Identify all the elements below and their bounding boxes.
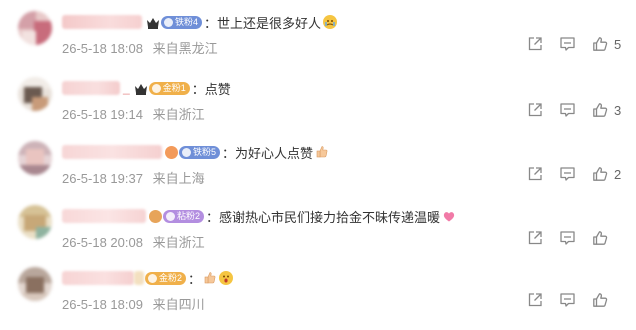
avatar[interactable] [18, 77, 52, 111]
avatar-badge-icon [149, 209, 162, 223]
location: 来自浙江 [152, 235, 205, 250]
username-blurred[interactable] [62, 81, 120, 95]
share-icon [528, 231, 542, 245]
timestamp: 26-5-18 18:09 [62, 297, 143, 312]
like-icon [593, 231, 608, 245]
comment-text: ： [188, 271, 202, 287]
fan-badge: 铁粉4 [161, 15, 203, 29]
crying-face-emoji [323, 15, 338, 29]
avatar[interactable] [18, 205, 52, 239]
share-icon [528, 293, 542, 307]
like-button[interactable] [592, 292, 622, 308]
share-button[interactable] [527, 166, 543, 182]
comment-meta: 26-5-18 18:08 来自黑龙江 [62, 38, 218, 57]
fan-badge: 粘粉2 [163, 209, 205, 223]
share-icon [528, 103, 542, 117]
crown-icon [147, 17, 159, 29]
like-icon [593, 37, 608, 51]
like-count: 5 [614, 36, 622, 52]
share-button[interactable] [527, 36, 543, 52]
share-button[interactable] [527, 102, 543, 118]
comment-actions: 5 [511, 36, 622, 52]
comment-button[interactable] [559, 292, 576, 308]
username-blurred[interactable] [62, 15, 142, 29]
comment-button[interactable] [559, 230, 576, 246]
comment-text: ：世上还是很多好人 [204, 15, 322, 31]
comment-item: 铁粉5 ：为好心人点赞 26-5-18 19:37 来自上海 2 [0, 132, 636, 194]
avatar-badge-icon [165, 145, 178, 159]
comment-icon [560, 103, 575, 117]
comment-meta: 26-5-18 19:37 来自上海 [62, 168, 205, 187]
surprised-face-emoji [219, 271, 234, 285]
timestamp: 26-5-18 19:37 [62, 171, 143, 186]
comment-header: _ 金粉1 ：点赞 [62, 78, 231, 98]
share-icon [528, 167, 542, 181]
avatar[interactable] [18, 141, 52, 175]
comment-icon [560, 167, 575, 181]
location: 来自上海 [152, 171, 205, 186]
comment-header: 铁粉5 ：为好心人点赞 [62, 142, 329, 162]
timestamp: 26-5-18 19:14 [62, 107, 143, 122]
comment-header: 铁粉4 ：世上还是很多好人 [62, 12, 338, 32]
comment-item: 铁粉4 ：世上还是很多好人 26-5-18 18:08 来自黑龙江 5 [0, 2, 636, 64]
heart-emoji [442, 209, 456, 223]
share-button[interactable] [527, 292, 543, 308]
comment-icon [560, 231, 575, 245]
like-icon [593, 293, 608, 307]
fan-badge: 铁粉5 [179, 145, 221, 159]
like-count: 2 [614, 166, 622, 182]
location: 来自黑龙江 [152, 41, 218, 56]
like-button[interactable]: 5 [592, 36, 622, 52]
fan-badge: 金粉2 [145, 271, 187, 285]
thumbs-up-emoji [315, 145, 329, 159]
comment-button[interactable] [559, 36, 576, 52]
comment-list: 铁粉4 ：世上还是很多好人 26-5-18 18:08 来自黑龙江 5 _ 金粉… [0, 0, 636, 330]
comment-meta: 26-5-18 18:09 来自四川 [62, 294, 205, 313]
comment-item: 金粉2 ： 26-5-18 18:09 来自四川 [0, 258, 636, 320]
comment-item: 粘粉2 ：感谢热心市民们接力拾金不昧传递温暖 26-5-18 20:08 来自浙… [0, 196, 636, 258]
location: 来自四川 [152, 297, 205, 312]
comment-actions [511, 292, 622, 308]
username-suffix: _ [123, 81, 130, 95]
thumbs-up-emoji [203, 271, 217, 285]
comment-item: _ 金粉1 ：点赞 26-5-18 19:14 来自浙江 3 [0, 68, 636, 130]
comment-meta: 26-5-18 19:14 来自浙江 [62, 104, 205, 123]
like-button[interactable] [592, 230, 622, 246]
timestamp: 26-5-18 20:08 [62, 235, 143, 250]
avatar[interactable] [18, 267, 52, 301]
like-button[interactable]: 3 [592, 102, 622, 118]
like-icon [593, 103, 608, 117]
like-button[interactable]: 2 [592, 166, 622, 182]
comment-actions: 2 [511, 166, 622, 182]
comment-header: 粘粉2 ：感谢热心市民们接力拾金不昧传递温暖 [62, 206, 456, 226]
like-count: 3 [614, 102, 622, 118]
comment-icon [560, 37, 575, 51]
comment-meta: 26-5-18 20:08 来自浙江 [62, 232, 205, 251]
username-blurred [134, 271, 144, 285]
fan-badge: 金粉1 [148, 81, 190, 95]
crown-icon [134, 83, 147, 95]
share-button[interactable] [527, 230, 543, 246]
username-blurred[interactable] [62, 271, 134, 285]
comment-header: 金粉2 ： [62, 268, 234, 288]
comment-icon [560, 293, 575, 307]
username-blurred[interactable] [62, 209, 146, 223]
timestamp: 26-5-18 18:08 [62, 41, 143, 56]
comment-text: ：点赞 [191, 81, 231, 97]
share-icon [528, 37, 542, 51]
comment-button[interactable] [559, 102, 576, 118]
comment-text: ：感谢热心市民们接力拾金不昧传递温暖 [206, 209, 441, 225]
username-blurred[interactable] [62, 145, 162, 159]
like-icon [593, 167, 608, 181]
comment-actions [511, 230, 622, 246]
avatar[interactable] [18, 11, 52, 45]
location: 来自浙江 [152, 107, 205, 122]
comment-button[interactable] [559, 166, 576, 182]
comment-actions: 3 [511, 102, 622, 118]
comment-text: ：为好心人点赞 [222, 145, 314, 161]
